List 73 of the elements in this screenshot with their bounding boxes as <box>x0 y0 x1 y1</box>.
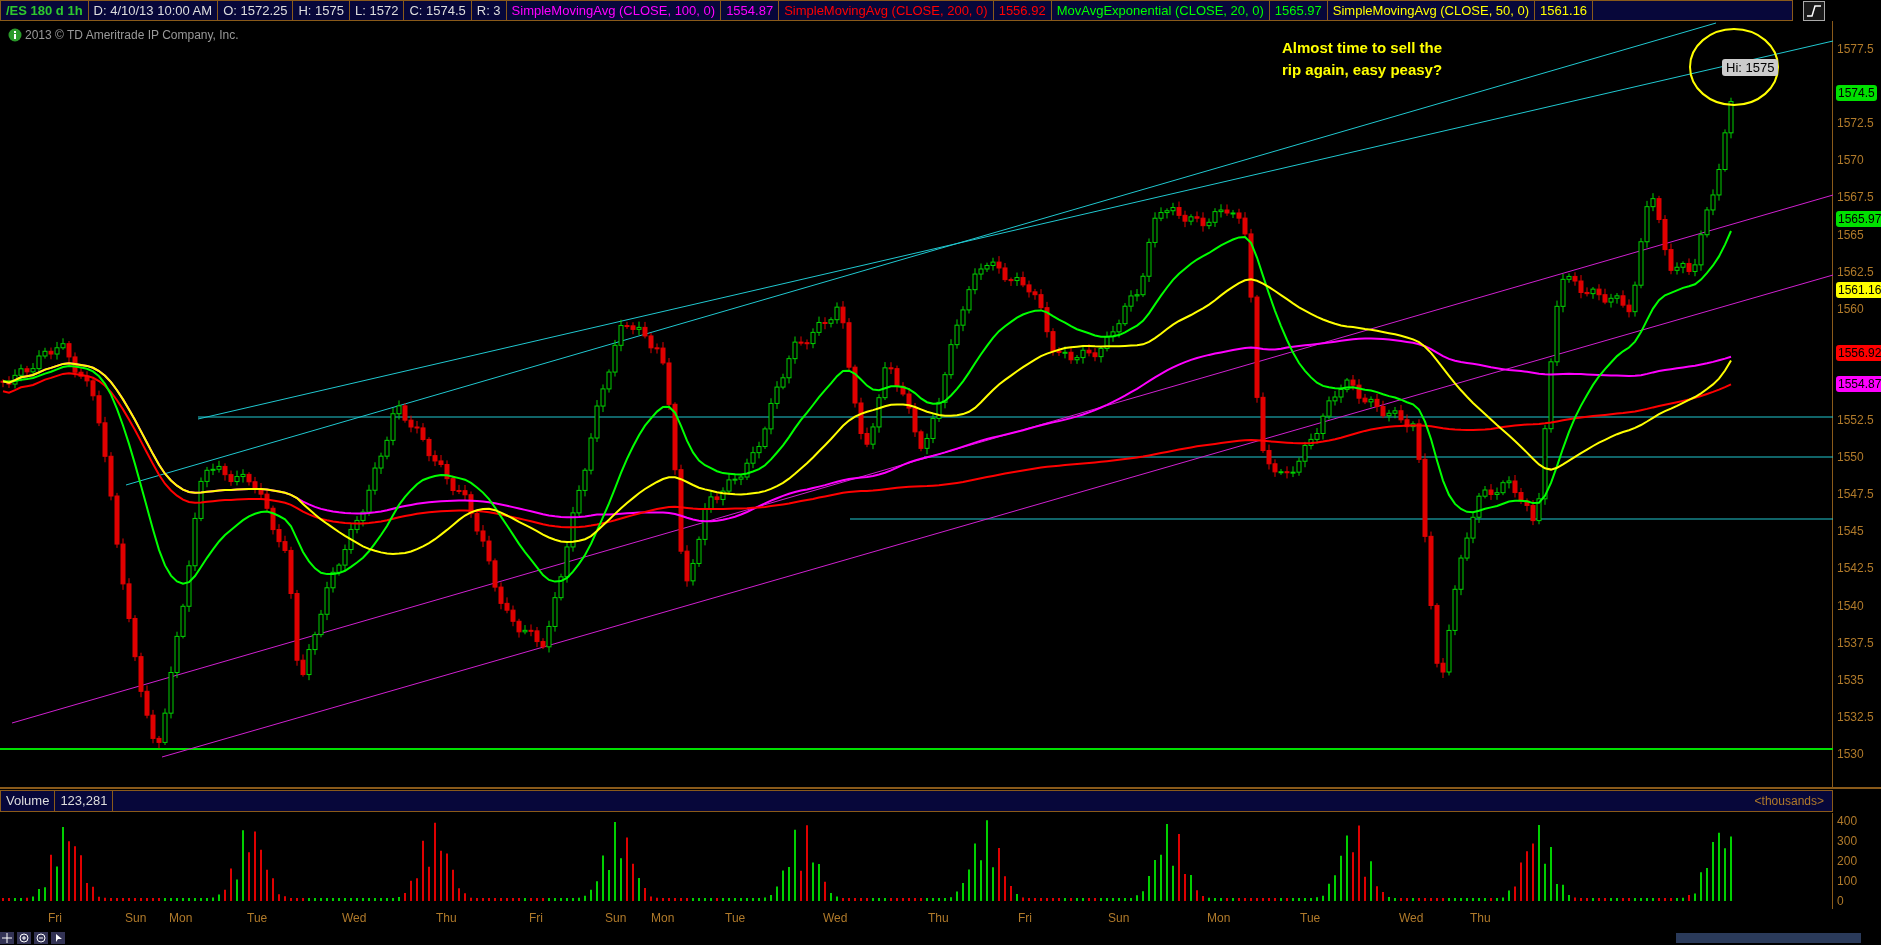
price-tick-label: 1562.5 <box>1837 263 1874 280</box>
date-tick-label: Mon <box>1207 911 1231 925</box>
study-value: 1554.87 <box>721 1 780 20</box>
zoom-out-icon[interactable] <box>34 932 48 944</box>
scrollbar[interactable] <box>1676 933 1861 943</box>
pan-icon[interactable] <box>0 932 14 944</box>
price-badge: 1574.5 <box>1836 84 1877 101</box>
quote-value: R: 3 <box>471 1 507 20</box>
date-tick-label: Thu <box>928 911 949 925</box>
quote-value: L: 1572 <box>350 1 405 20</box>
price-badge: 1565.97 <box>1836 211 1881 228</box>
date-tick-label: Mon <box>651 911 675 925</box>
cursor-icon[interactable] <box>51 932 65 944</box>
quote-value: C: 1574.5 <box>404 1 472 20</box>
symbol-label: /ES 180 d 1h <box>1 1 89 20</box>
price-tick-label: 1577.5 <box>1837 41 1874 57</box>
date-tick-label: Tue <box>725 911 746 925</box>
study-value: 1561.16 <box>1535 1 1594 20</box>
price-tick-label: 1545 <box>1837 523 1864 540</box>
price-tick-label: 1532.5 <box>1837 708 1874 725</box>
volume-tick-label: 400 <box>1837 813 1858 829</box>
date-tick-label: Mon <box>169 911 193 925</box>
study-value: 1565.97 <box>1269 1 1328 20</box>
price-tick-label: 1547.5 <box>1837 486 1874 503</box>
study-value: 1556.92 <box>993 1 1052 20</box>
price-tick-label: 1537.5 <box>1837 634 1874 651</box>
study-label: SimpleMovingAvg (CLOSE, 50, 0) <box>1327 1 1536 20</box>
price-tick-label: 1565 <box>1837 226 1864 243</box>
copyright-text: 2013 © TD Ameritrade IP Company, Inc. <box>25 28 239 42</box>
volume-value: 123,281 <box>55 791 114 811</box>
annotation-text: Almost time to sell the rip again, easy peasy? <box>1282 38 1444 80</box>
study-label: SimpleMovingAvg (CLOSE, 200, 0) <box>779 1 994 20</box>
date-tick-label: Wed <box>1399 911 1424 925</box>
zoom-in-icon[interactable] <box>17 932 31 944</box>
date-tick-label: Thu <box>436 911 457 925</box>
price-tick-label: 1550 <box>1837 449 1864 466</box>
high-price-label: Hi: 1575 <box>1722 59 1779 76</box>
price-tick-label: 1542.5 <box>1837 560 1874 577</box>
price-badge: 1561.16 <box>1836 282 1881 299</box>
date-tick-label: Wed <box>342 911 367 925</box>
date-tick-label: Fri <box>529 911 543 925</box>
quote-value: H: 1575 <box>293 1 350 20</box>
quote-value: O: 1572.25 <box>218 1 294 20</box>
date-tick-label: Sun <box>605 911 627 925</box>
volume-label: Volume <box>1 791 56 811</box>
date-tick-label: Fri <box>48 911 62 925</box>
date-tick-label: Sun <box>125 911 147 925</box>
price-tick-label: 1540 <box>1837 597 1864 614</box>
study-label: MovAvgExponential (CLOSE, 20, 0) <box>1051 1 1270 20</box>
price-tick-label: 1552.5 <box>1837 412 1874 428</box>
quote-value: D: 4/10/13 10:00 AM <box>88 1 219 20</box>
info-icon <box>8 28 22 42</box>
volume-tick-label: 200 <box>1837 853 1858 869</box>
price-tick-label: 1572.5 <box>1837 115 1874 132</box>
price-tick-label: 1535 <box>1837 671 1864 688</box>
price-tick-label: 1560 <box>1837 300 1864 317</box>
volume-tick-label: 300 <box>1837 833 1858 849</box>
volume-units-label: <thousands> <box>1754 793 1825 810</box>
date-tick-label: Tue <box>247 911 268 925</box>
volume-tick-label: 100 <box>1837 873 1858 889</box>
price-tick-label: 1567.5 <box>1837 189 1874 206</box>
date-tick-label: Thu <box>1470 911 1491 925</box>
date-tick-label: Tue <box>1300 911 1321 925</box>
price-badge: 1554.87 <box>1836 375 1881 392</box>
date-tick-label: Fri <box>1018 911 1032 925</box>
volume-tick-label: 0 <box>1837 893 1844 909</box>
chart-style-icon[interactable] <box>1803 0 1825 21</box>
study-label: SimpleMovingAvg (CLOSE, 100, 0) <box>506 1 722 20</box>
price-badge: 1556.92 <box>1836 345 1881 362</box>
date-tick-label: Sun <box>1108 911 1130 925</box>
date-tick-label: Wed <box>823 911 848 925</box>
price-tick-label: 1530 <box>1837 745 1864 762</box>
price-tick-label: 1570 <box>1837 152 1864 169</box>
